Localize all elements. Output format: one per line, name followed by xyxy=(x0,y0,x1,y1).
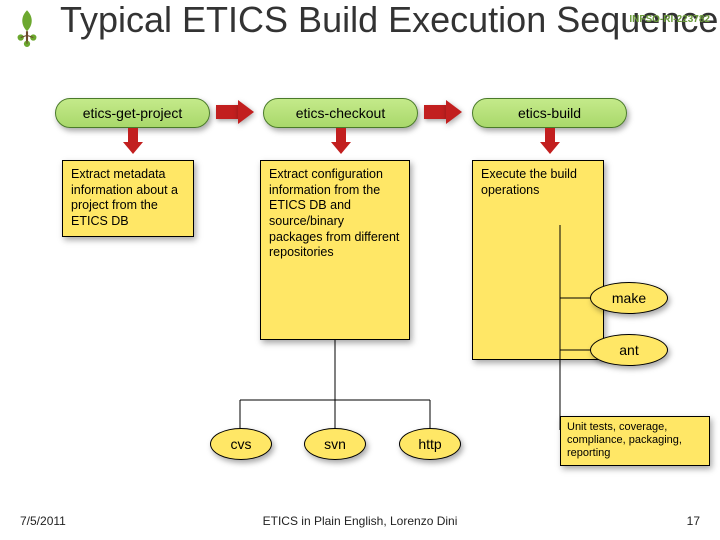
oval-make: make xyxy=(590,282,668,314)
oval-cvs: cvs xyxy=(210,428,272,460)
footer-center: ETICS in Plain English, Lorenzo Dini xyxy=(0,514,720,528)
footer-page: 17 xyxy=(687,514,700,528)
oval-http: http xyxy=(399,428,461,460)
oval-ant: ant xyxy=(590,334,668,366)
oval-svn: svn xyxy=(304,428,366,460)
note-tests: Unit tests, coverage, compliance, packag… xyxy=(560,416,710,466)
